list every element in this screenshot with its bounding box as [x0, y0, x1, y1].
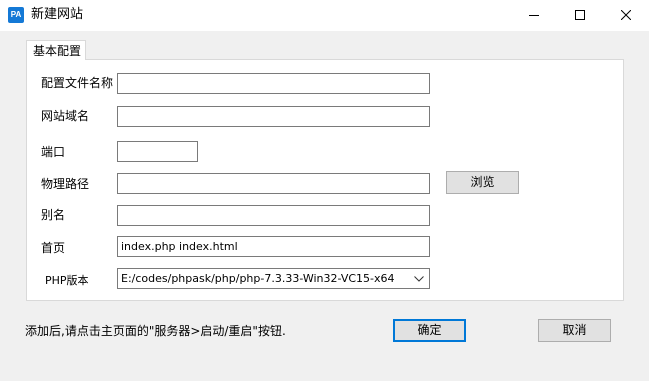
php-version-value: E:/codes/phpask/php/php-7.3.33-Win32-VC1… — [121, 272, 395, 285]
tab-basic-config[interactable]: 基本配置 — [26, 40, 86, 60]
index-label: 首页 — [41, 241, 66, 255]
maximize-icon — [575, 10, 585, 20]
browse-button[interactable]: 浏览 — [446, 171, 519, 194]
app-logo-icon: PA — [8, 7, 24, 23]
title-bar: PA 新建网站 — [0, 0, 649, 31]
tab-label: 基本配置 — [33, 44, 82, 58]
chevron-down-icon — [414, 276, 424, 282]
app-logo-text: PA — [10, 10, 22, 19]
close-icon — [621, 10, 631, 20]
path-input[interactable] — [117, 173, 430, 194]
config-name-input[interactable] — [117, 73, 430, 94]
footer-note: 添加后,请点击主页面的"服务器>启动/重启"按钮. — [25, 324, 286, 338]
domain-input[interactable] — [117, 106, 430, 127]
cancel-button[interactable]: 取消 — [538, 319, 611, 342]
config-name-label: 配置文件名称 — [41, 76, 114, 90]
index-input[interactable] — [117, 236, 430, 257]
minimize-icon — [529, 15, 539, 16]
minimize-button[interactable] — [511, 0, 557, 31]
close-button[interactable] — [603, 0, 649, 31]
php-version-select[interactable]: E:/codes/phpask/php/php-7.3.33-Win32-VC1… — [117, 268, 430, 289]
confirm-button[interactable]: 确定 — [393, 319, 466, 342]
domain-label: 网站域名 — [41, 109, 90, 123]
port-input[interactable] — [117, 141, 198, 162]
alias-input[interactable] — [117, 205, 430, 226]
path-label: 物理路径 — [41, 177, 90, 191]
alias-label: 别名 — [41, 208, 66, 222]
php-version-label: PHP版本 — [45, 274, 89, 287]
maximize-button[interactable] — [557, 0, 603, 31]
port-label: 端口 — [41, 145, 66, 159]
window-title: 新建网站 — [31, 7, 84, 22]
